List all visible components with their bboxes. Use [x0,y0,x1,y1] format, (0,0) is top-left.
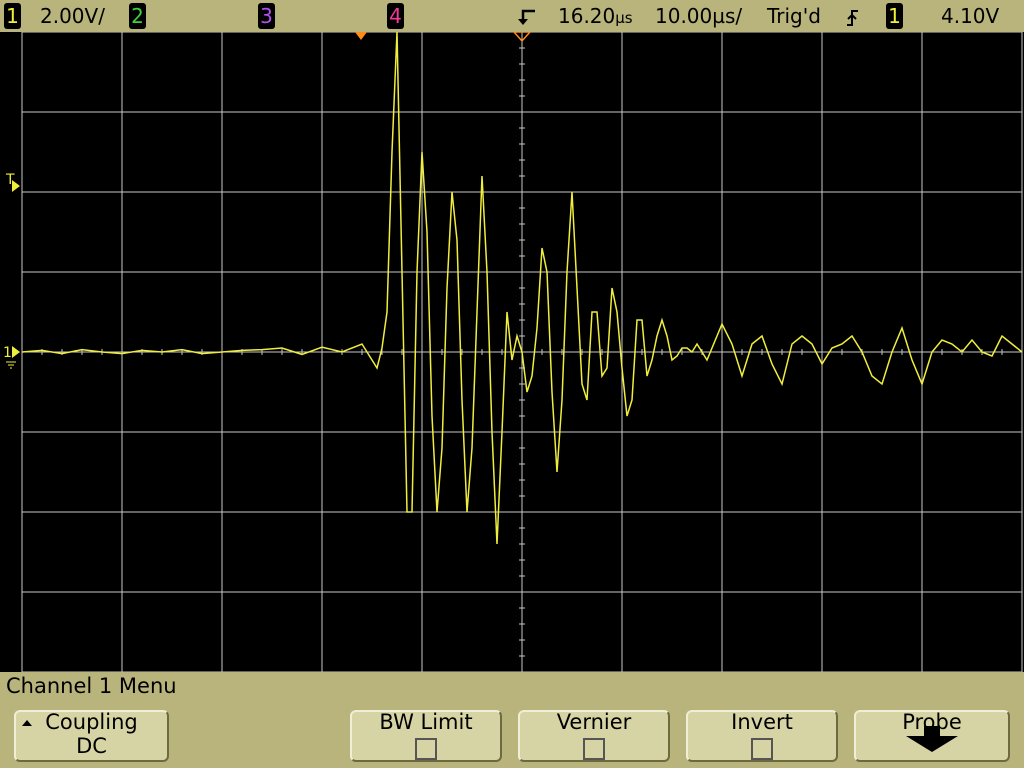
bw-limit-label: BW Limit [379,710,473,734]
trigger-status: Trig'd [767,4,821,28]
invert-softkey[interactable]: Invert [686,710,838,762]
channel1-ground-marker: 1 [3,345,20,369]
coupling-softkey[interactable]: Coupling DC [14,710,169,762]
timebase-value: 10.00 [655,4,713,28]
vernier-label: Vernier [556,710,632,734]
channel4-indicator[interactable]: 4 [387,3,404,29]
bw-limit-checkbox[interactable] [415,738,437,760]
trigger-source-indicator[interactable]: 1 [886,3,903,29]
channel2-badge[interactable]: 2 [129,3,146,29]
invert-label: Invert [731,710,793,734]
softkey-menu-bar: Channel 1 Menu Coupling DC BW Limit Vern… [0,672,1024,768]
coupling-value: DC [76,734,107,758]
probe-softkey[interactable]: Probe [854,710,1010,762]
submenu-down-arrow-icon [906,726,958,752]
menu-up-arrow-icon [22,720,32,726]
channel1-indicator[interactable]: 1 [4,3,21,29]
timebase-readout: 10.00µs/ [655,3,742,29]
trigger-position-marker [355,32,367,40]
graticule: T 1 [3,32,1023,672]
delay-value: 16.20 [558,4,616,28]
trigger-level-marker: T [5,172,20,192]
channel4-badge[interactable]: 4 [387,3,404,29]
channel3-badge[interactable]: 3 [258,3,275,29]
coupling-label: Coupling [45,710,138,734]
delay-reference-icon [515,5,537,33]
channel1-scale: 2.00V/ [40,4,105,28]
trigger-level: 4.10V [941,4,1000,28]
vernier-checkbox[interactable] [583,738,605,760]
invert-checkbox[interactable] [751,738,773,760]
waveform-display[interactable]: T 1 [0,32,1024,672]
timebase-unit: µs/ [712,4,743,28]
channel1-badge[interactable]: 1 [4,3,21,29]
rising-edge-icon [845,7,861,33]
ground-label: 1 [3,345,12,361]
menu-title: Channel 1 Menu [6,674,177,698]
channel2-indicator[interactable]: 2 [129,3,146,29]
delay-readout: 16.20µs [558,3,633,31]
channel3-indicator[interactable]: 3 [258,3,275,29]
status-bar: 1 2.00V/ 2 3 4 16.20µs 10.00µs/ Trig'd 1… [0,0,1024,32]
delay-unit: µs [615,9,633,27]
trigger-source-badge[interactable]: 1 [886,3,903,29]
bw-limit-softkey[interactable]: BW Limit [350,710,502,762]
vernier-softkey[interactable]: Vernier [518,710,670,762]
